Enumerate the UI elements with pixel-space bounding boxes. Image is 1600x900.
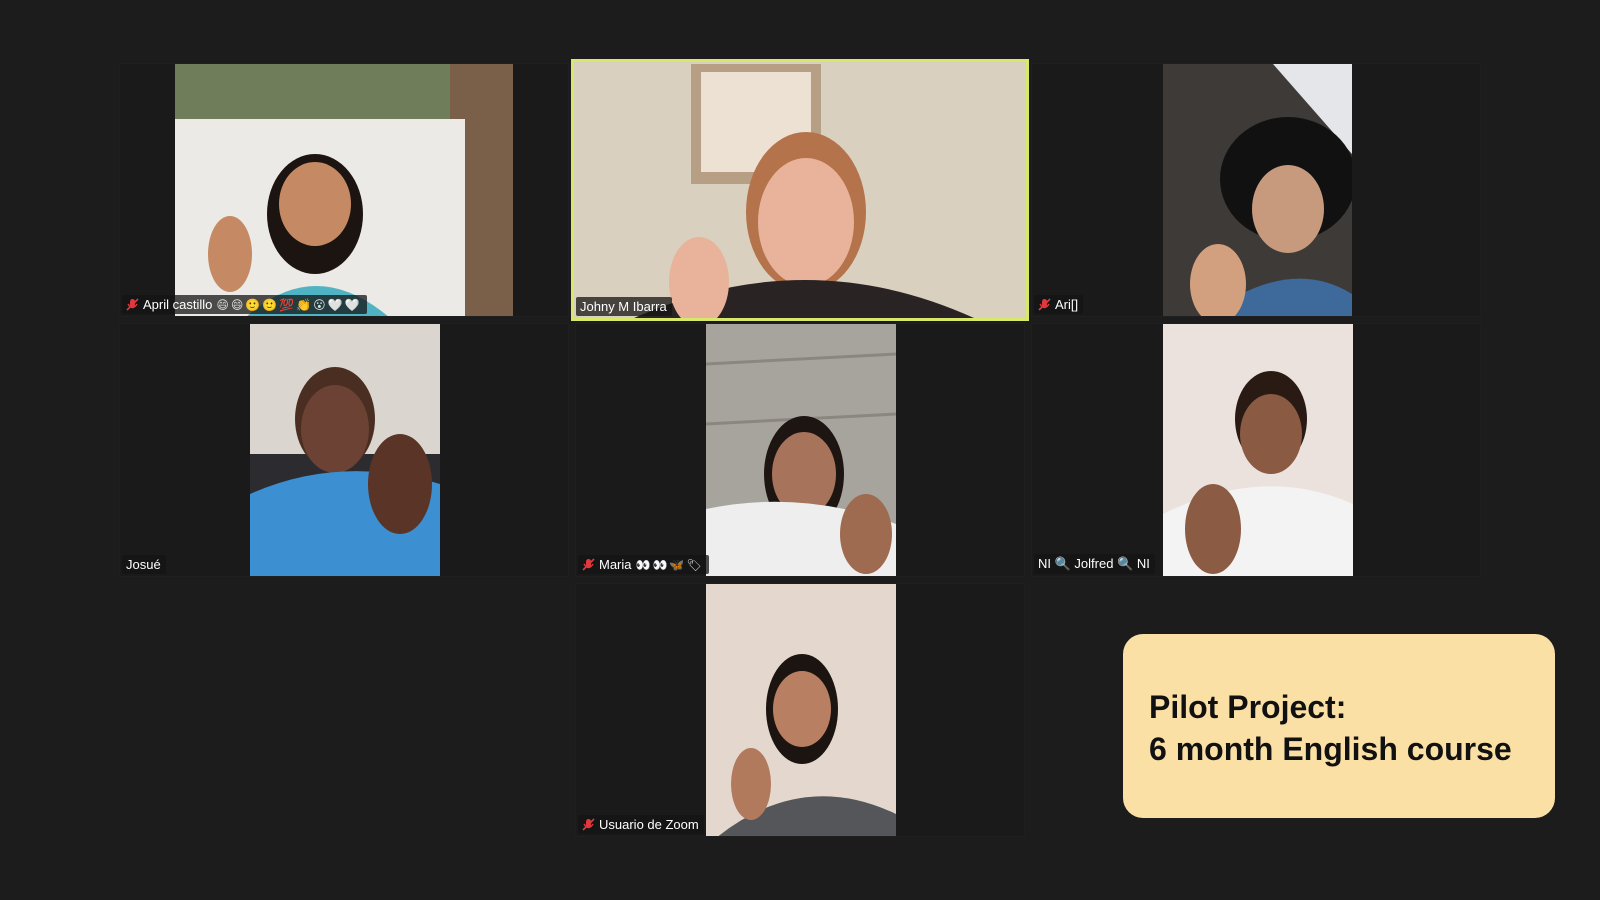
- caption-line-2: 6 month English course: [1149, 731, 1512, 767]
- video-tile-maria[interactable]: Maria 👀👀🦋🏷: [575, 323, 1025, 577]
- participant-name: April castillo: [143, 297, 213, 312]
- participant-name: Johny M Ibarra: [580, 299, 667, 314]
- microphone-muted-icon: [126, 298, 139, 311]
- reaction-emojis: 👀👀🦋🏷: [635, 557, 704, 572]
- participant-name-tag: NI 🔍 Jolfred 🔍 NI: [1034, 554, 1155, 574]
- participant-video: [250, 324, 440, 576]
- participant-name: Usuario de Zoom: [599, 817, 699, 832]
- video-tile-jolfred[interactable]: NI 🔍 Jolfred 🔍 NI: [1031, 323, 1481, 577]
- participant-name-tag: Usuario de Zoom: [578, 815, 704, 834]
- reaction-emojis: 😄😄🙂🙂💯👏😮🤍🤍: [216, 297, 362, 312]
- participant-video: [706, 324, 896, 576]
- video-tile-josue[interactable]: Josué: [119, 323, 569, 577]
- participant-name: Ari[]: [1055, 297, 1079, 312]
- video-tile-april[interactable]: April castillo 😄😄🙂🙂💯👏😮🤍🤍: [119, 63, 569, 317]
- caption-line-1: Pilot Project:: [1149, 689, 1347, 725]
- video-tile-johny[interactable]: Johny M Ibarra: [571, 59, 1029, 321]
- participant-name: Maria: [599, 557, 632, 572]
- participant-video: [706, 584, 896, 836]
- participant-name-tag: Johny M Ibarra: [576, 297, 672, 316]
- microphone-muted-icon: [1038, 298, 1051, 311]
- participant-name-tag: Maria 👀👀🦋🏷: [578, 555, 709, 574]
- microphone-muted-icon: [582, 558, 595, 571]
- participant-name-tag: Josué: [122, 555, 166, 574]
- participant-name: NI 🔍 Jolfred 🔍 NI: [1038, 556, 1150, 571]
- microphone-muted-icon: [582, 818, 595, 831]
- caption-card: Pilot Project: 6 month English course: [1123, 634, 1555, 818]
- participant-video: [1163, 324, 1353, 576]
- video-tile-usuario[interactable]: Usuario de Zoom: [575, 583, 1025, 837]
- participant-video: [175, 64, 513, 316]
- participant-name-tag: Ari[]: [1034, 295, 1084, 314]
- participant-name: Josué: [126, 557, 161, 572]
- participant-video: [574, 62, 1026, 318]
- participant-video: [1163, 64, 1352, 316]
- participant-name-tag: April castillo 😄😄🙂🙂💯👏😮🤍🤍: [122, 295, 367, 314]
- video-tile-ari[interactable]: Ari[]: [1031, 63, 1481, 317]
